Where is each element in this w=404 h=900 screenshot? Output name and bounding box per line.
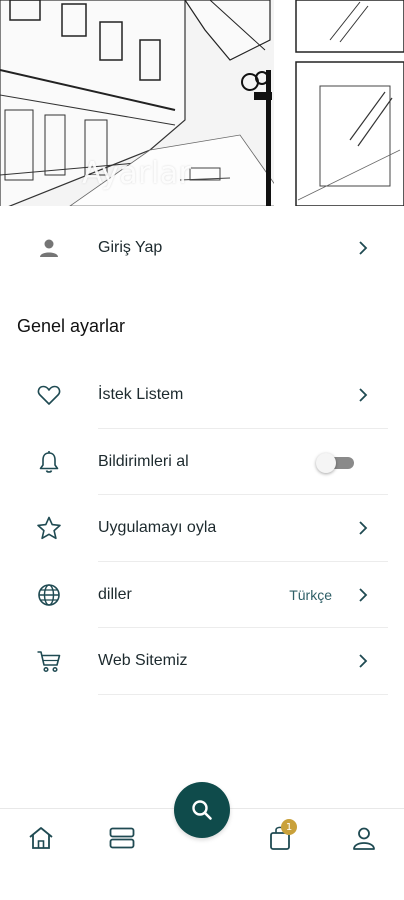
chevron-right-icon	[359, 388, 368, 402]
languages-label: diller	[98, 585, 132, 603]
search-button[interactable]	[174, 782, 230, 838]
current-language-value: Türkçe	[289, 586, 332, 603]
heart-icon	[36, 382, 62, 408]
cart-icon	[36, 648, 62, 674]
notifications-label: Bildirimleri al	[98, 452, 189, 470]
home-icon	[29, 827, 53, 849]
list-item-wishlist[interactable]: İstek Listem	[0, 362, 404, 429]
nav-categories[interactable]	[107, 823, 137, 853]
login-label: Giriş Yap	[98, 239, 163, 256]
settings-list: İstek Listem Bildirimleri al Uygulamayı …	[0, 362, 404, 695]
section-title-general: Genel ayarlar	[17, 316, 126, 336]
chevron-right-icon	[359, 241, 368, 255]
rate-app-label: Uygulamayı oyla	[98, 519, 217, 537]
list-item-languages[interactable]: diller Türkçe	[0, 562, 404, 629]
login-row[interactable]: Giriş Yap	[0, 222, 404, 274]
header-illustration: Ayarlar	[0, 0, 404, 206]
chevron-right-icon	[359, 588, 368, 602]
nav-profile[interactable]	[349, 823, 379, 853]
search-icon	[192, 800, 212, 820]
list-item-notifications: Bildirimleri al	[0, 429, 404, 496]
wishlist-label: İstek Listem	[98, 386, 184, 404]
cart-count-badge: 1	[281, 819, 297, 835]
page-title: Ayarlar	[82, 156, 192, 191]
nav-bag[interactable]: 1	[265, 819, 297, 853]
chevron-right-icon	[359, 654, 368, 668]
categories-icon	[109, 827, 135, 849]
list-item-website[interactable]: Web Sitemiz	[0, 628, 404, 695]
street-sketch-image	[0, 0, 404, 206]
user-icon	[36, 235, 62, 261]
globe-icon	[36, 582, 62, 608]
nav-home[interactable]	[26, 823, 56, 853]
notifications-toggle[interactable]	[316, 452, 356, 473]
bell-icon	[36, 449, 62, 475]
profile-icon	[353, 827, 375, 850]
list-item-rate-app[interactable]: Uygulamayı oyla	[0, 495, 404, 562]
star-icon	[36, 515, 62, 541]
website-label: Web Sitemiz	[98, 652, 188, 670]
chevron-right-icon	[359, 521, 368, 535]
